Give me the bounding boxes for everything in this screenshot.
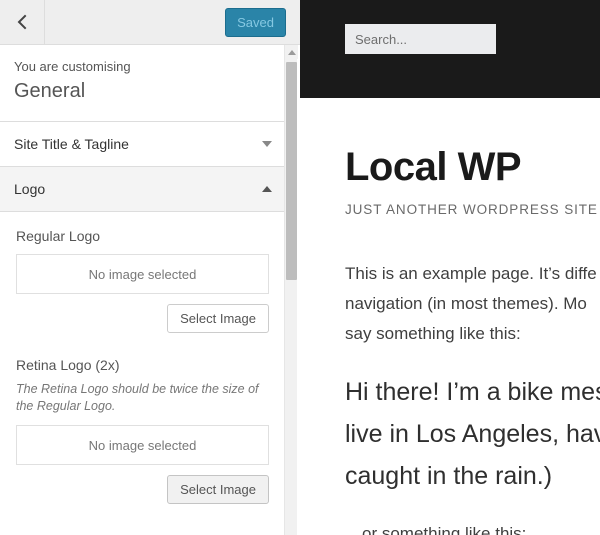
chevron-left-icon <box>16 14 28 30</box>
section-logo: Logo <box>0 167 285 212</box>
scrollbar-thumb[interactable] <box>286 62 297 280</box>
site-tagline: Just another WordPress site <box>345 202 598 217</box>
section-label-logo: Logo <box>14 181 46 197</box>
control-retina-logo: Retina Logo (2x) The Retina Logo should … <box>16 355 269 504</box>
save-button[interactable]: Saved <box>225 8 286 37</box>
regular-logo-preview: No image selected <box>16 254 269 294</box>
customizer-sidebar: Saved You are customising General Site T… <box>0 0 300 535</box>
chevron-up-icon <box>262 186 272 192</box>
customizer-title-box: You are customising General <box>0 45 285 122</box>
retina-logo-empty-text: No image selected <box>88 437 197 453</box>
control-description-retina-logo: The Retina Logo should be twice the size… <box>16 382 259 413</box>
retina-logo-button-row: Select Image <box>16 475 269 504</box>
customizer-screen: Saved You are customising General Site T… <box>0 0 600 535</box>
customizer-header: Saved <box>0 0 300 45</box>
customizer-panel: You are customising General Site Title &… <box>0 45 285 504</box>
section-label-site-title-tagline: Site Title & Tagline <box>14 136 129 152</box>
panel-title: General <box>14 80 86 102</box>
customizer-scroll-region: You are customising General Site Title &… <box>0 45 300 535</box>
site-title: Local WP <box>345 145 522 189</box>
section-header-logo[interactable]: Logo <box>0 167 285 211</box>
back-button[interactable] <box>0 0 45 44</box>
retina-logo-preview: No image selected <box>16 425 269 465</box>
scrollbar-up-arrow-icon[interactable] <box>285 45 298 59</box>
site-header-bar <box>300 0 600 98</box>
select-image-button-retina-logo[interactable]: Select Image <box>167 475 269 504</box>
select-image-button-regular-logo[interactable]: Select Image <box>167 304 269 333</box>
regular-logo-empty-text: No image selected <box>88 266 197 282</box>
chevron-down-icon <box>262 141 272 147</box>
customizing-eyebrow: You are customising <box>14 59 131 74</box>
search-input[interactable] <box>345 24 496 54</box>
sidebar-scrollbar[interactable] <box>284 45 298 535</box>
control-label-regular-logo: Regular Logo <box>16 228 101 244</box>
page-quote: Hi there! I’m a bike mes live in Los Ang… <box>345 378 600 490</box>
section-site-title-tagline: Site Title & Tagline <box>0 122 285 167</box>
site-content: Local WP Just another WordPress site Thi… <box>300 144 600 535</box>
page-paragraph-two: …or something like this: <box>345 524 527 535</box>
regular-logo-button-row: Select Image <box>16 304 269 333</box>
section-header-site-title-tagline[interactable]: Site Title & Tagline <box>0 122 285 166</box>
site-preview: Local WP Just another WordPress site Thi… <box>300 0 600 535</box>
logo-controls: Regular Logo No image selected Select Im… <box>0 212 285 504</box>
page-paragraph-one: This is an example page. It’s diffe navi… <box>345 264 597 343</box>
control-regular-logo: Regular Logo No image selected Select Im… <box>16 226 269 333</box>
control-label-retina-logo: Retina Logo (2x) <box>16 357 120 373</box>
